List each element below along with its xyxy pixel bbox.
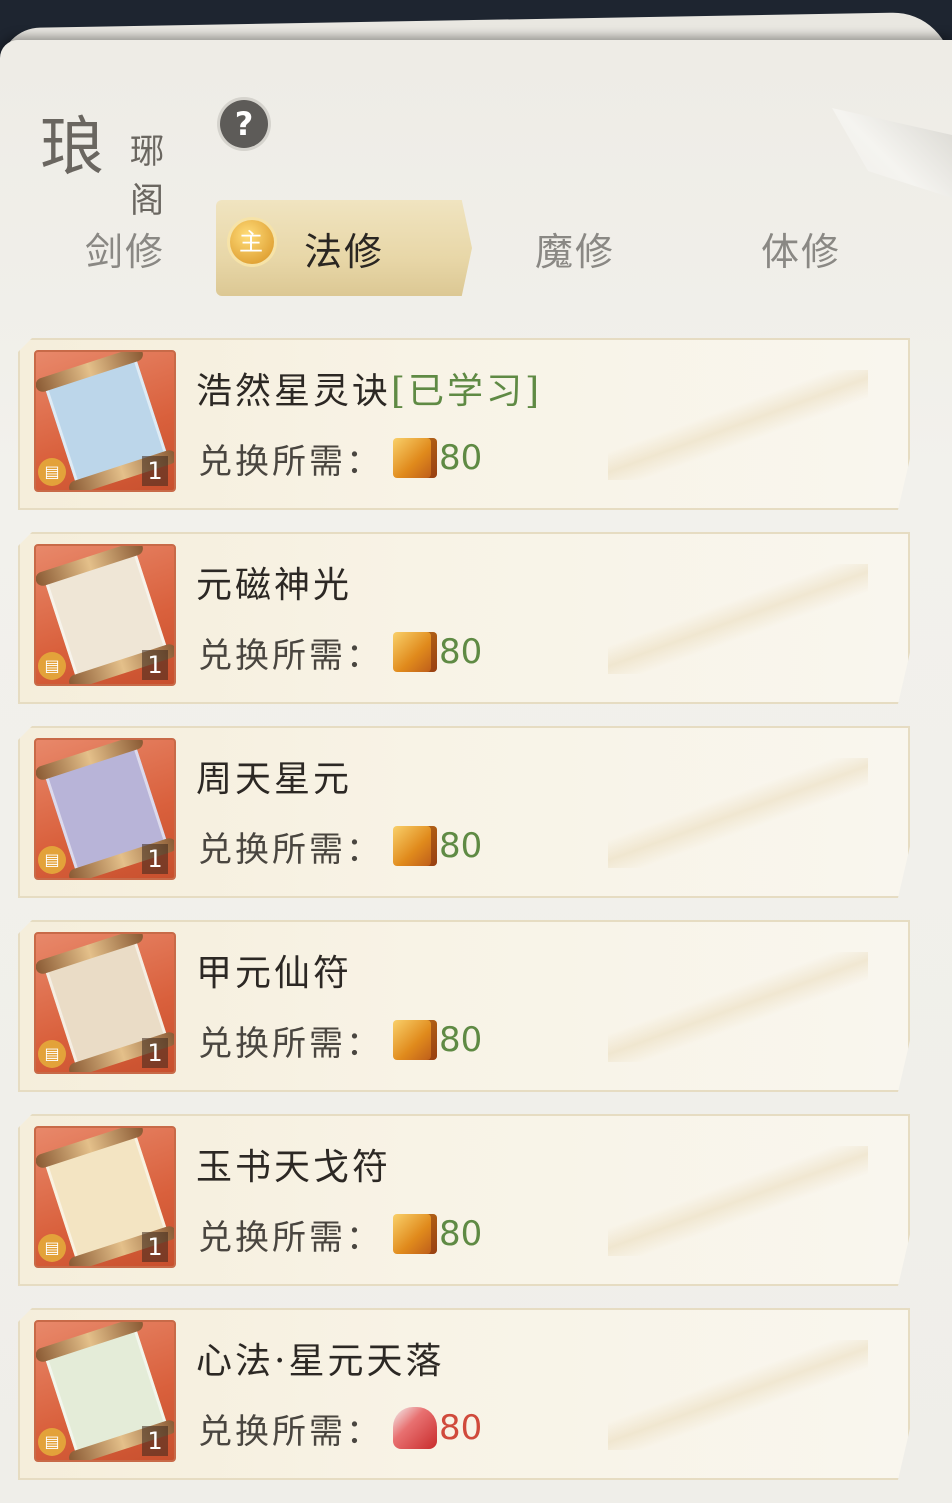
item-name: 周天星元	[196, 750, 352, 802]
tab-body[interactable]: 体修	[716, 200, 886, 296]
price-value: 80	[439, 1020, 483, 1060]
cost-row: 兑换所需： 80	[198, 436, 482, 480]
tab-demon[interactable]: 魔修	[490, 200, 660, 296]
book-type-icon: ▤	[38, 846, 66, 874]
cost-row: 兑换所需： 80	[198, 1018, 482, 1062]
gold-book-icon	[393, 1214, 437, 1254]
help-icon[interactable]: ?	[220, 100, 268, 148]
title-main-char: 琅	[40, 111, 106, 185]
tab-sword[interactable]: 剑修	[40, 200, 210, 296]
cost-row: 兑换所需： 80	[198, 824, 482, 868]
price-value: 80	[439, 826, 483, 866]
cost-row: 兑换所需： 80	[198, 630, 482, 674]
gold-book-icon	[393, 632, 437, 672]
list-item[interactable]: ▤ 1 周天星元 兑换所需： 80	[18, 726, 910, 898]
cost-label: 兑换所需：	[198, 829, 383, 870]
learned-status: [已学习]	[391, 371, 543, 412]
book-type-icon: ▤	[38, 1040, 66, 1068]
price-value: 80	[439, 1214, 483, 1254]
page-corner-fold	[832, 108, 952, 198]
cost-label: 兑换所需：	[198, 1217, 383, 1258]
item-name-text: 浩然星灵诀	[196, 371, 392, 412]
item-count: 1	[142, 456, 168, 486]
item-count: 1	[142, 1038, 168, 1068]
item-name: 元磁神光	[196, 556, 352, 608]
tab-label: 魔修	[534, 229, 615, 274]
item-count: 1	[142, 844, 168, 874]
skill-scroll-icon[interactable]: ▤ 1	[34, 738, 176, 880]
cost-label: 兑换所需：	[198, 1023, 383, 1064]
price-value: 80	[439, 1408, 483, 1448]
gold-book-icon	[393, 438, 437, 478]
list-item[interactable]: ▤ 1 元磁神光 兑换所需： 80	[18, 532, 910, 704]
book-type-icon: ▤	[38, 1234, 66, 1262]
list-item[interactable]: ▤ 1 甲元仙符 兑换所需： 80	[18, 920, 910, 1092]
item-name-text: 玉书天戈符	[196, 1147, 392, 1188]
cultivation-tabs: 剑修 主 法修 魔修 体修	[0, 200, 952, 296]
item-name: 玉书天戈符	[196, 1138, 391, 1190]
item-count: 1	[142, 1426, 168, 1456]
skill-scroll-icon[interactable]: ▤ 1	[34, 1320, 176, 1462]
cost-row: 兑换所需： 80	[198, 1406, 482, 1450]
cost-row: 兑换所需： 80	[198, 1212, 482, 1256]
tab-label: 体修	[760, 229, 841, 274]
item-name-text: 心法·星元天落	[196, 1341, 445, 1382]
list-item[interactable]: ▤ 1 心法·星元天落 兑换所需： 80	[18, 1308, 910, 1480]
item-name: 心法·星元天落	[196, 1332, 444, 1384]
item-name-text: 元磁神光	[196, 565, 353, 606]
skill-scroll-icon[interactable]: ▤ 1	[34, 1126, 176, 1268]
item-count: 1	[142, 650, 168, 680]
list-item[interactable]: ▤ 1 浩然星灵诀[已学习] 兑换所需： 80	[18, 338, 910, 510]
gold-book-icon	[393, 826, 437, 866]
item-name-text: 甲元仙符	[196, 953, 353, 994]
skill-scroll-icon[interactable]: ▤ 1	[34, 350, 176, 492]
skill-scroll-icon[interactable]: ▤ 1	[34, 932, 176, 1074]
cost-label: 兑换所需：	[198, 635, 383, 676]
price-value: 80	[439, 632, 483, 672]
book-type-icon: ▤	[38, 652, 66, 680]
tab-label: 剑修	[84, 229, 165, 274]
cost-label: 兑换所需：	[198, 441, 383, 482]
item-name: 浩然星灵诀[已学习]	[196, 362, 542, 414]
item-name-text: 周天星元	[196, 759, 353, 800]
list-item[interactable]: ▤ 1 玉书天戈符 兑换所需： 80	[18, 1114, 910, 1286]
gold-book-icon	[393, 1020, 437, 1060]
book-type-icon: ▤	[38, 458, 66, 486]
skill-scroll-icon[interactable]: ▤ 1	[34, 544, 176, 686]
red-ticket-icon	[393, 1407, 437, 1449]
item-count: 1	[142, 1232, 168, 1262]
tab-magic[interactable]: 主 法修	[216, 200, 472, 296]
price-value: 80	[439, 438, 483, 478]
main-badge-icon: 主	[230, 220, 274, 264]
tab-label: 法修	[303, 229, 384, 274]
cost-label: 兑换所需：	[198, 1411, 383, 1452]
item-name: 甲元仙符	[196, 944, 352, 996]
book-type-icon: ▤	[38, 1428, 66, 1456]
